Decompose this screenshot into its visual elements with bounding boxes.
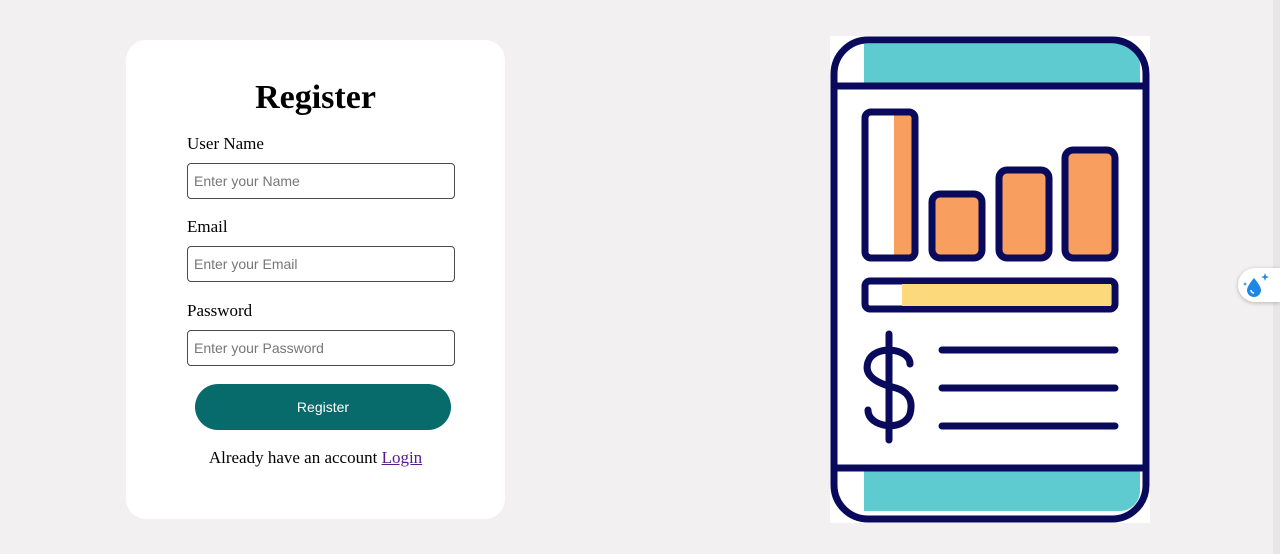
bar-4 bbox=[1061, 146, 1119, 262]
bar-1-highlight bbox=[868, 115, 894, 255]
username-input[interactable] bbox=[187, 163, 455, 199]
phone-bottom-accent bbox=[864, 468, 1140, 511]
water-drop-sparkle-icon bbox=[1243, 273, 1269, 297]
progress-fill bbox=[902, 284, 1111, 306]
login-prompt-line: Already have an account Login bbox=[126, 447, 505, 469]
page: Register User Name Email Password Regist… bbox=[0, 0, 1280, 554]
register-card: Register User Name Email Password Regist… bbox=[126, 40, 505, 519]
bar-2 bbox=[928, 190, 986, 262]
bar-3 bbox=[995, 166, 1053, 262]
financial-report-illustration bbox=[830, 36, 1150, 523]
password-input[interactable] bbox=[187, 330, 455, 366]
phone-top-accent bbox=[864, 44, 1140, 84]
extension-button[interactable] bbox=[1238, 268, 1280, 302]
username-label: User Name bbox=[187, 134, 264, 153]
financial-report-icon bbox=[830, 36, 1150, 523]
page-title: Register bbox=[255, 79, 376, 116]
password-label: Password bbox=[187, 301, 253, 320]
register-button[interactable]: Register bbox=[195, 384, 451, 430]
dollar-sign-icon bbox=[863, 330, 915, 444]
login-prompt-text: Already have an account bbox=[208, 448, 378, 467]
login-link[interactable]: Login bbox=[382, 448, 423, 467]
email-label: Email bbox=[187, 217, 228, 236]
email-input[interactable] bbox=[187, 246, 455, 282]
